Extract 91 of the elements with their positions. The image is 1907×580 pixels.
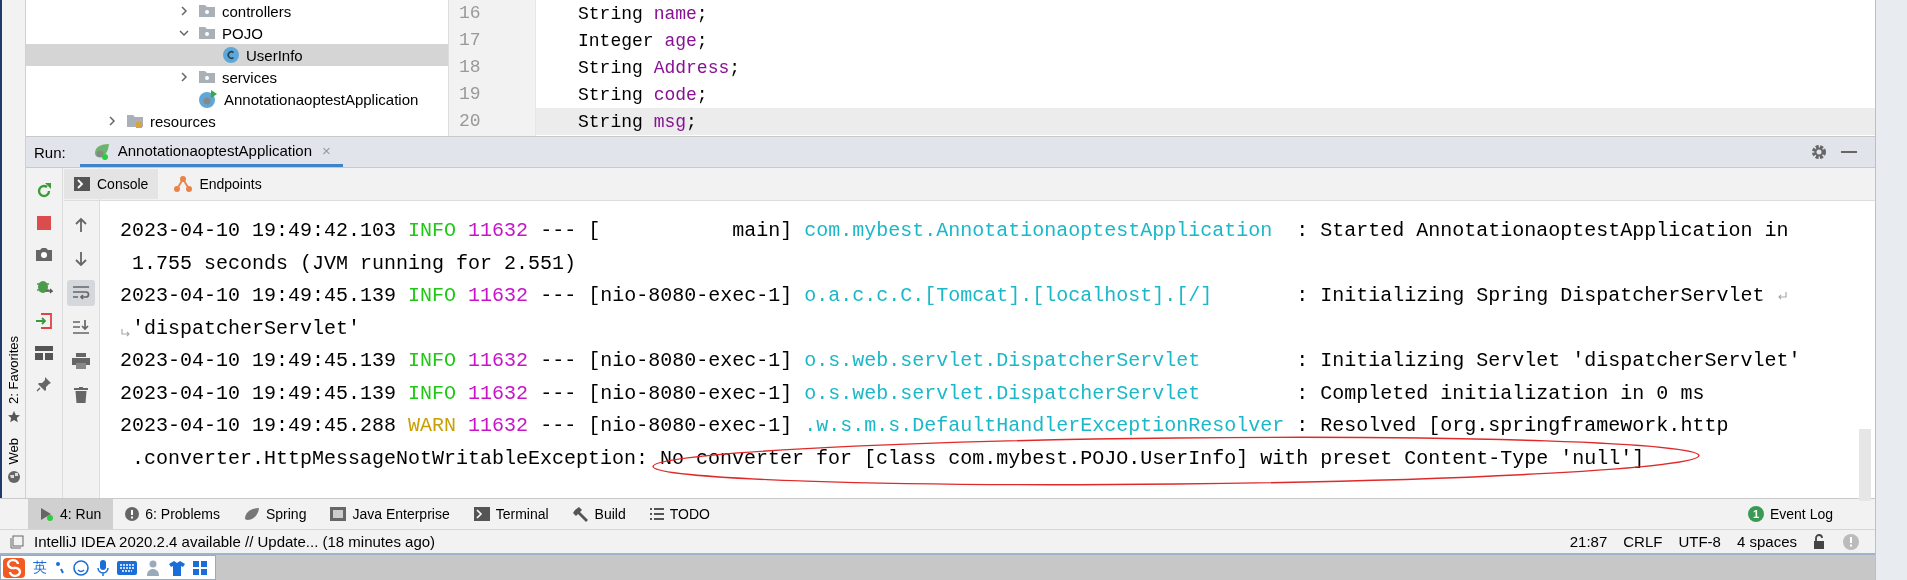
run-tab[interactable]: AnnotationaoptestApplication ×: [79, 137, 343, 167]
endpoints-icon: [174, 175, 193, 193]
pin-icon[interactable]: [36, 376, 52, 392]
code-line: String msg;: [578, 112, 697, 132]
soft-wrap-icon: [72, 285, 90, 301]
tool-window-tab[interactable]: Terminal: [461, 499, 561, 530]
printer-icon: [72, 353, 90, 369]
layout-icon[interactable]: [35, 346, 53, 360]
code-line: String code;: [578, 85, 708, 105]
log-line: 2023-04-10 19:49:45.139 INFO 11632 --- [nio-8080-exec-1] o.s.web.servlet.DispatcherServlet : Completed initialization in 0 ms: [120, 380, 1705, 407]
tree-item[interactable]: AnnotationaoptestApplication: [26, 88, 448, 110]
application-class-icon: [198, 89, 218, 109]
endpoints-tab[interactable]: Endpoints: [164, 169, 272, 199]
tree-item[interactable]: POJO: [26, 22, 448, 44]
tree-item[interactable]: resources: [26, 110, 448, 132]
line-number: 17: [458, 29, 482, 52]
trash-icon: [74, 387, 88, 403]
tool-window-tab[interactable]: Java Enterprise: [318, 499, 462, 530]
tree-item[interactable]: controllers: [26, 0, 448, 22]
shirt-icon[interactable]: [169, 559, 185, 576]
status-item[interactable]: UTF-8: [1678, 533, 1721, 551]
list-icon: [649, 508, 664, 521]
arrow-up-icon: [74, 217, 88, 233]
tool-window-tab[interactable]: 6: Problems: [113, 499, 232, 530]
folder-icon: [126, 113, 144, 129]
status-item[interactable]: 21:87: [1569, 533, 1608, 551]
chevron-down-icon[interactable]: [178, 27, 190, 39]
folder-icon: [198, 25, 216, 41]
punctuation-icon[interactable]: [55, 560, 65, 575]
ime-mode[interactable]: 英: [33, 558, 47, 577]
code-line: Integer age;: [578, 31, 708, 51]
arrow-down-icon: [74, 251, 88, 267]
warning-icon: [125, 507, 140, 522]
run-icon: [40, 507, 54, 522]
console-tool-button[interactable]: [67, 280, 95, 306]
globe-icon: [6, 470, 21, 485]
status-item[interactable]: 4 spaces: [1736, 533, 1797, 551]
log-line: 'dispatcherServlet': [132, 315, 361, 342]
leaf-icon: [243, 507, 260, 522]
log-line: 2023-04-10 19:49:42.103 INFO 11632 --- [ main] com.mybest.AnnotationaoptestApplication : Started AnnotationaoptestApplication in: [120, 218, 1789, 244]
status-message[interactable]: IntelliJ IDEA 2020.2.4 available // Update... (18 minutes ago): [34, 533, 436, 551]
line-number: 19: [458, 83, 482, 106]
microphone-icon[interactable]: [97, 559, 109, 576]
console-icon: [74, 177, 90, 191]
login-icon[interactable]: [35, 312, 53, 330]
chevron-right-icon[interactable]: [178, 5, 190, 17]
log-line: 1.755 seconds (JVM running for 2.551): [132, 250, 577, 277]
count-badge: 1: [1747, 506, 1764, 523]
rerun-icon[interactable]: [35, 182, 53, 200]
folder-icon: [198, 3, 216, 19]
log-line: 2023-04-10 19:49:45.139 INFO 11632 --- [nio-8080-exec-1] o.s.web.servlet.DispatcherServlet : Initializing Servlet 'dispatcherServlet': [120, 348, 1801, 374]
soft-wrap-icon: [120, 326, 132, 339]
terminal-icon: [473, 507, 490, 522]
status-item[interactable]: CRLF: [1623, 533, 1663, 551]
window-icon[interactable]: [10, 534, 24, 549]
chevron-right-icon[interactable]: [106, 115, 118, 127]
favorites-tab[interactable]: 2: Favorites: [6, 335, 21, 404]
scroll-to-end-icon: [72, 319, 90, 335]
tool-window-tab[interactable]: 4: Run: [28, 499, 114, 530]
grid-icon[interactable]: [193, 560, 207, 575]
keyboard-icon[interactable]: [117, 560, 137, 575]
favorites-tab[interactable]: Web: [6, 437, 21, 465]
tool-window-tab[interactable]: TODO: [637, 499, 722, 530]
ime-logo-icon[interactable]: [3, 557, 25, 578]
settings-icon[interactable]: [1811, 144, 1827, 160]
camera-icon[interactable]: [35, 246, 53, 262]
lock-icon[interactable]: [1813, 533, 1827, 550]
console-tab[interactable]: Console: [64, 169, 159, 199]
star-icon: [6, 409, 21, 424]
tree-item[interactable]: UserInfo: [26, 44, 448, 66]
scrollbar[interactable]: [1859, 429, 1871, 501]
run-label: Run:: [33, 143, 66, 161]
line-number: 20: [458, 110, 482, 133]
class-icon: [222, 46, 240, 64]
bug-icon[interactable]: [35, 278, 53, 296]
minimize-icon[interactable]: [1841, 150, 1857, 154]
hammer-icon: [572, 506, 589, 523]
folder-icon: [198, 69, 216, 85]
log-line: 2023-04-10 19:49:45.288 WARN 11632 --- [nio-8080-exec-1] .w.s.m.s.DefaultHandlerExceptionResolver : Resolved [org.springframework.http: [120, 413, 1729, 439]
event-log-tab[interactable]: 1 Event Log: [1735, 499, 1845, 530]
code-line: String Address;: [578, 58, 741, 78]
line-number: 16: [458, 2, 482, 25]
chevron-right-icon[interactable]: [178, 71, 190, 83]
window-icon: [330, 507, 347, 522]
line-number: 18: [458, 56, 482, 79]
tool-window-tab[interactable]: Spring: [231, 499, 319, 530]
smiley-icon[interactable]: [73, 559, 89, 576]
tool-window-tab[interactable]: Build: [560, 499, 638, 530]
log-line: 2023-04-10 19:49:45.139 INFO 11632 --- [nio-8080-exec-1] o.a.c.c.C.[Tomcat].[localhost].[/] : Initializing Spring DispatcherServlet: [120, 283, 1765, 309]
tree-item[interactable]: services: [26, 66, 448, 88]
code-line: String name;: [578, 4, 708, 24]
